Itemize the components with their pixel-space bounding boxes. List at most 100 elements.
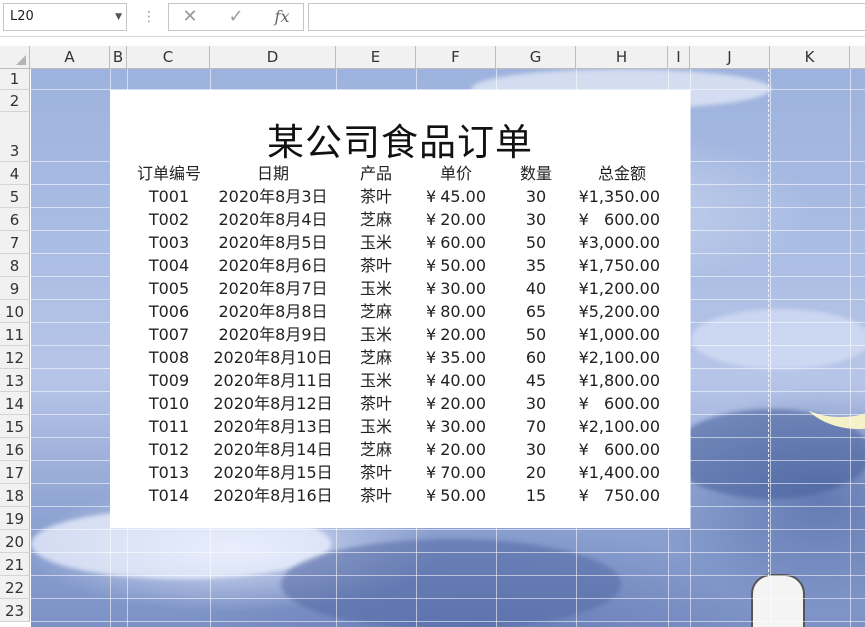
column-header-i[interactable]: I — [668, 46, 690, 68]
row-header[interactable]: 17 — [0, 461, 30, 484]
row-header[interactable]: 8 — [0, 254, 30, 277]
cell-total[interactable]: ¥2,100.00 — [576, 346, 668, 369]
cell-qty[interactable]: 30 — [496, 438, 576, 461]
cell-order-id[interactable]: T007 — [128, 323, 210, 346]
cell-date[interactable]: 2020年8月5日 — [210, 231, 336, 254]
cell-order-id[interactable]: T012 — [128, 438, 210, 461]
cell-qty[interactable]: 50 — [496, 323, 576, 346]
column-header-k[interactable]: K — [770, 46, 850, 68]
cell-price[interactable]: ¥60.00 — [416, 231, 496, 254]
cell-total[interactable]: ¥ 600.00 — [576, 438, 668, 461]
chevron-down-icon[interactable]: ▼ — [115, 4, 122, 30]
row-header[interactable]: 20 — [0, 530, 30, 553]
cell-product[interactable]: 芝麻 — [336, 300, 416, 323]
confirm-icon[interactable]: ✓ — [221, 4, 251, 30]
column-header-h[interactable]: H — [576, 46, 668, 68]
header-cell-price[interactable]: 单价 — [416, 162, 496, 185]
cell-qty[interactable]: 20 — [496, 461, 576, 484]
row-header[interactable]: 7 — [0, 231, 30, 254]
row-header[interactable]: 2 — [0, 90, 30, 112]
cell-date[interactable]: 2020年8月6日 — [210, 254, 336, 277]
cell-total[interactable]: ¥1,350.00 — [576, 185, 668, 208]
cell-date[interactable]: 2020年8月11日 — [210, 369, 336, 392]
cell-product[interactable]: 茶叶 — [336, 254, 416, 277]
cell-qty[interactable]: 35 — [496, 254, 576, 277]
cell-price[interactable]: ¥40.00 — [416, 369, 496, 392]
column-header-d[interactable]: D — [210, 46, 336, 68]
cell-qty[interactable]: 30 — [496, 208, 576, 231]
row-header[interactable]: 16 — [0, 438, 30, 461]
cell-order-id[interactable]: T011 — [128, 415, 210, 438]
cell-price[interactable]: ¥30.00 — [416, 277, 496, 300]
row-header[interactable]: 5 — [0, 185, 30, 208]
cell-product[interactable]: 芝麻 — [336, 208, 416, 231]
cell-price[interactable]: ¥35.00 — [416, 346, 496, 369]
cell-total[interactable]: ¥1,400.00 — [576, 461, 668, 484]
cell-price[interactable]: ¥45.00 — [416, 185, 496, 208]
cell-date[interactable]: 2020年8月15日 — [210, 461, 336, 484]
cell-product[interactable]: 玉米 — [336, 369, 416, 392]
column-header-g[interactable]: G — [496, 46, 576, 68]
row-header[interactable]: 6 — [0, 208, 30, 231]
sheet-title[interactable]: 某公司食品订单 — [110, 112, 690, 166]
cell-date[interactable]: 2020年8月10日 — [210, 346, 336, 369]
cell-order-id[interactable]: T006 — [128, 300, 210, 323]
name-box[interactable]: L20 ▼ — [3, 3, 127, 31]
header-cell-order-id[interactable]: 订单编号 — [128, 162, 210, 185]
cell-price[interactable]: ¥20.00 — [416, 438, 496, 461]
cell-price[interactable]: ¥20.00 — [416, 208, 496, 231]
header-cell-qty[interactable]: 数量 — [496, 162, 576, 185]
formula-input[interactable] — [308, 3, 865, 31]
row-header[interactable]: 18 — [0, 484, 30, 507]
cell-order-id[interactable]: T010 — [128, 392, 210, 415]
cell-price[interactable]: ¥20.00 — [416, 392, 496, 415]
cell-date[interactable]: 2020年8月16日 — [210, 484, 336, 507]
cell-order-id[interactable]: T008 — [128, 346, 210, 369]
column-header-f[interactable]: F — [416, 46, 496, 68]
row-header[interactable]: 9 — [0, 277, 30, 300]
row-header[interactable]: 21 — [0, 553, 30, 576]
row-header[interactable]: 12 — [0, 346, 30, 369]
select-all-button[interactable] — [0, 46, 30, 68]
cell-product[interactable]: 玉米 — [336, 323, 416, 346]
cell-date[interactable]: 2020年8月12日 — [210, 392, 336, 415]
cell-product[interactable]: 茶叶 — [336, 185, 416, 208]
header-cell-product[interactable]: 产品 — [336, 162, 416, 185]
cell-total[interactable]: ¥1,200.00 — [576, 277, 668, 300]
cell-product[interactable]: 玉米 — [336, 277, 416, 300]
cell-date[interactable]: 2020年8月9日 — [210, 323, 336, 346]
cell-price[interactable]: ¥30.00 — [416, 415, 496, 438]
cell-total[interactable]: ¥ 750.00 — [576, 484, 668, 507]
cell-order-id[interactable]: T002 — [128, 208, 210, 231]
column-header-j[interactable]: J — [690, 46, 770, 68]
cell-product[interactable]: 茶叶 — [336, 484, 416, 507]
cell-qty[interactable]: 60 — [496, 346, 576, 369]
cell-qty[interactable]: 65 — [496, 300, 576, 323]
row-header[interactable]: 19 — [0, 507, 30, 530]
cell-price[interactable]: ¥50.00 — [416, 254, 496, 277]
insert-function-icon[interactable]: fx — [267, 4, 297, 30]
cell-qty[interactable]: 15 — [496, 484, 576, 507]
cell-qty[interactable]: 50 — [496, 231, 576, 254]
cell-qty[interactable]: 30 — [496, 185, 576, 208]
cell-product[interactable]: 芝麻 — [336, 346, 416, 369]
cancel-icon[interactable]: ✕ — [175, 4, 205, 30]
column-header-a[interactable]: A — [30, 46, 110, 68]
cell-qty[interactable]: 30 — [496, 392, 576, 415]
cell-total[interactable]: ¥3,000.00 — [576, 231, 668, 254]
header-cell-date[interactable]: 日期 — [210, 162, 336, 185]
row-header[interactable]: 13 — [0, 369, 30, 392]
cell-date[interactable]: 2020年8月8日 — [210, 300, 336, 323]
row-header[interactable]: 3 — [0, 112, 30, 162]
cell-product[interactable]: 茶叶 — [336, 392, 416, 415]
row-header[interactable]: 11 — [0, 323, 30, 346]
cell-date[interactable]: 2020年8月13日 — [210, 415, 336, 438]
cell-total[interactable]: ¥1,000.00 — [576, 323, 668, 346]
row-header[interactable]: 14 — [0, 392, 30, 415]
cell-price[interactable]: ¥80.00 — [416, 300, 496, 323]
cell-date[interactable]: 2020年8月3日 — [210, 185, 336, 208]
row-header[interactable]: 23 — [0, 599, 30, 622]
cell-date[interactable]: 2020年8月4日 — [210, 208, 336, 231]
column-header-c[interactable]: C — [127, 46, 210, 68]
cell-total[interactable]: ¥1,750.00 — [576, 254, 668, 277]
